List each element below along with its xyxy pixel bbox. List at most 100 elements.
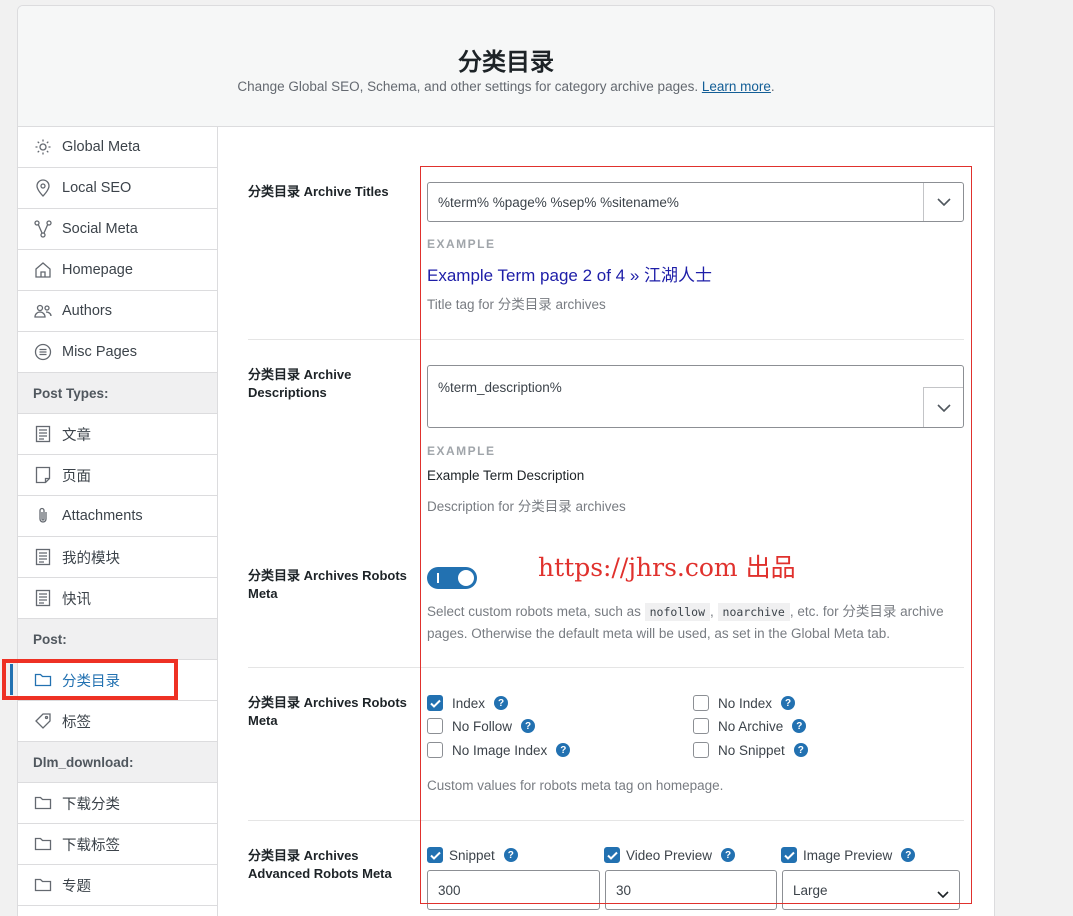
sidebar-item-attachments[interactable]: Attachments [18,496,217,537]
sidebar-item-label: Attachments [62,508,143,524]
checkbox-checked[interactable] [604,847,620,863]
help-icon[interactable]: ? [521,719,536,733]
checkbox-checked[interactable] [427,847,443,863]
help-icon[interactable]: ? [901,848,916,862]
location-pin-icon [33,179,52,198]
document-icon [33,548,52,567]
video-preview-input[interactable]: 30 [605,870,777,910]
code-noarchive: noarchive [717,603,790,621]
folder-icon [33,876,52,895]
sidebar-item-global-meta[interactable]: Global Meta [18,127,217,168]
archive-descriptions-value: %term_description% [438,380,562,395]
titles-description: Title tag for 分类目录 archives [427,297,606,312]
image-preview-value: Large [793,883,828,898]
chevron-down-icon[interactable] [923,183,963,221]
robots-desc-line2: pages. Otherwise the default meta will b… [427,626,891,641]
folder-icon [33,835,52,854]
help-icon[interactable]: ? [721,848,736,862]
snippet-length-input[interactable]: 300 [427,870,600,910]
sidebar-item-topics[interactable]: 专题 [18,865,217,906]
sidebar-item-page[interactable]: 页面 [18,455,217,496]
archive-descriptions-label: 分类目录 Archive Descriptions [248,366,351,402]
titles-example-label: EXAMPLE [427,237,496,251]
sidebar-item-social-meta[interactable]: Social Meta [18,209,217,250]
checkbox-image-preview[interactable]: Image Preview ? [781,847,916,863]
paperclip-icon [33,507,52,526]
sidebar-item-post[interactable]: 文章 [18,414,217,455]
toggle-knob [458,570,474,586]
checkbox-video-preview[interactable]: Video Preview ? [604,847,736,863]
robots-toggle-description: Select custom robots meta, such as nofol… [427,601,967,644]
sidebar-item-news[interactable]: 快讯 [18,578,217,619]
sidebar-section-dlm: Dlm_download: [18,742,217,783]
sidebar-item-label: 下载分类 [62,796,120,813]
checkbox-label: Image Preview [803,847,893,863]
users-icon [33,302,52,321]
archive-descriptions-input[interactable]: %term_description% [427,365,964,428]
checkbox-label: No Image Index [452,742,548,758]
help-icon[interactable]: ? [793,743,808,757]
chevron-down-icon [937,886,949,901]
checkbox-unchecked[interactable] [693,742,709,758]
checkbox-checked[interactable] [427,695,443,711]
descriptions-example-label: EXAMPLE [427,444,496,458]
checkbox-no-follow[interactable]: No Follow ? [427,718,536,734]
sidebar-section-post-types: Post Types: [18,373,217,414]
row-divider [248,820,964,821]
help-icon[interactable]: ? [556,743,571,757]
desc-comma: , [710,604,714,619]
desc-text: , etc. for 分类目录 archive [789,604,944,619]
subtitle-period: . [770,79,775,94]
robots-toggle-label: 分类目录 Archives Robots Meta [248,567,407,603]
page-header: 分类目录 Change Global SEO, Schema, and othe… [18,6,994,127]
learn-more-link[interactable]: Learn more [702,79,771,94]
gear-icon [33,138,52,157]
sidebar-item-my-modules[interactable]: 我的模块 [18,537,217,578]
sidebar-item-download-category[interactable]: 下载分类 [18,783,217,824]
checkbox-no-index[interactable]: No Index ? [693,695,796,711]
sidebar-item-tags[interactable]: 标签 [18,701,217,742]
page-icon [33,466,52,485]
help-icon[interactable]: ? [503,848,518,862]
document-icon [33,425,52,444]
checkbox-label: Index [452,695,486,711]
sidebar-item-label: Global Meta [62,139,141,155]
help-icon[interactable]: ? [781,696,796,710]
descriptions-description: Description for 分类目录 archives [427,499,626,514]
descriptions-example-text: Example Term Description [427,468,585,483]
checkbox-unchecked[interactable] [427,718,443,734]
tag-icon [33,712,52,731]
sidebar-section-post: Post: [18,619,217,660]
chevron-down-icon[interactable] [923,387,963,427]
checkbox-no-snippet[interactable]: No Snippet ? [693,742,808,758]
archive-titles-select[interactable]: %term% %page% %sep% %sitename% [427,182,964,222]
checkbox-label: Video Preview [626,847,713,863]
document-icon [33,589,52,608]
desc-text: Select custom robots meta, such as [427,604,641,619]
checkbox-index[interactable]: Index ? [427,695,509,711]
checkbox-no-image-index[interactable]: No Image Index ? [427,742,571,758]
checkbox-unchecked[interactable] [427,742,443,758]
checkbox-checked[interactable] [781,847,797,863]
page-subtitle: Change Global SEO, Schema, and other set… [18,79,994,94]
sidebar-item-local-seo[interactable]: Local SEO [18,168,217,209]
toggle-on-mark [437,573,439,583]
image-preview-select[interactable]: Large [782,870,960,910]
checkbox-unchecked[interactable] [693,695,709,711]
sidebar-item-authors[interactable]: Authors [18,291,217,332]
sidebar-item-download-tags[interactable]: 下载标签 [18,824,217,865]
label-line: 分类目录 Archives [248,848,359,863]
checkbox-label: No Snippet [718,742,785,758]
sidebar-item-label: 我的模块 [62,550,120,567]
help-icon[interactable]: ? [494,696,509,710]
checkbox-no-archive[interactable]: No Archive ? [693,718,807,734]
sidebar-item-misc-pages[interactable]: Misc Pages [18,332,217,373]
help-icon[interactable]: ? [792,719,807,733]
sidebar-item-homepage[interactable]: Homepage [18,250,217,291]
share-nodes-icon [33,220,52,239]
titles-example-text: Example Term page 2 of 4 » 江湖人士 [427,266,713,285]
robots-meta-toggle[interactable] [427,567,477,589]
checkbox-unchecked[interactable] [693,718,709,734]
checkbox-snippet[interactable]: Snippet ? [427,847,518,863]
label-line: Descriptions [248,385,327,400]
